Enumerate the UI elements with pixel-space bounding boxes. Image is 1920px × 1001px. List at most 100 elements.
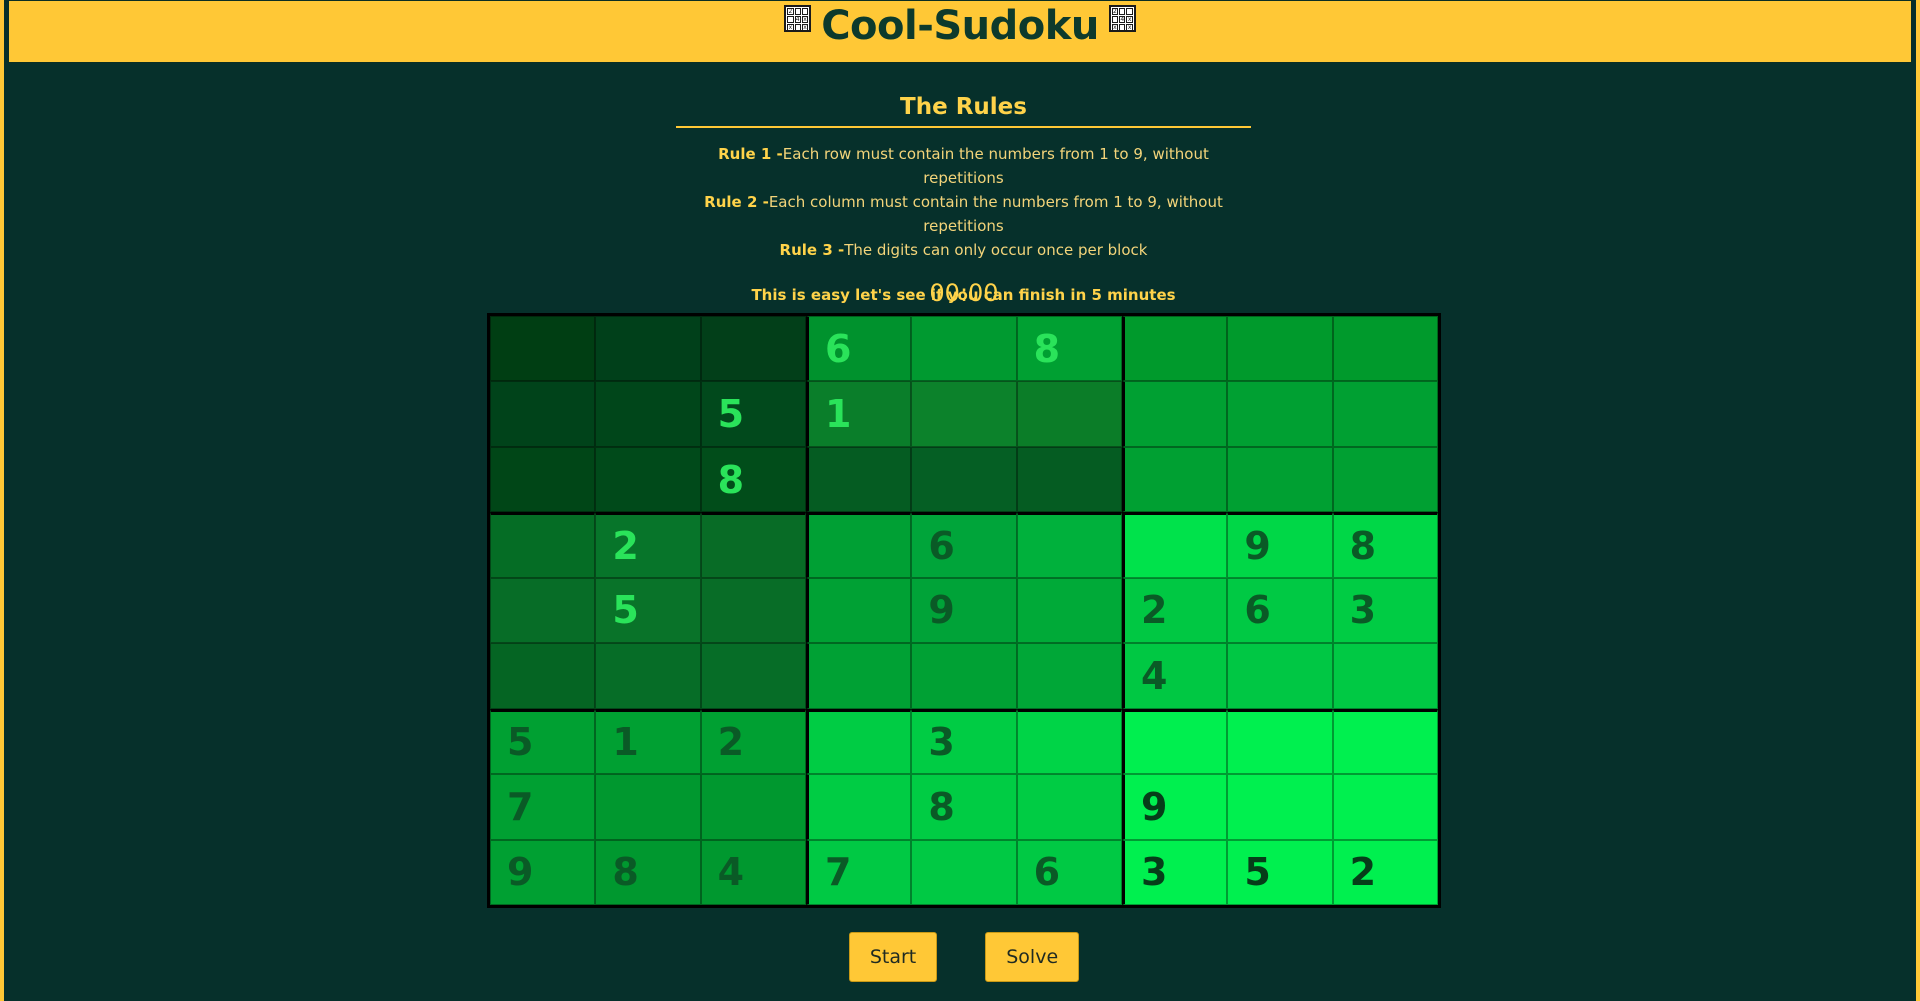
sudoku-cell[interactable]: 3 [911, 708, 1017, 775]
rule-2-label: Rule 2 - [704, 193, 769, 211]
sudoku-cell[interactable] [806, 446, 912, 513]
sudoku-cell[interactable]: 6 [806, 316, 912, 382]
sudoku-cell[interactable] [1332, 643, 1438, 709]
sudoku-cell[interactable] [806, 512, 912, 578]
sudoku-cell[interactable] [490, 381, 596, 447]
sudoku-cell[interactable] [700, 512, 806, 578]
sudoku-cell[interactable] [1122, 316, 1228, 382]
sudoku-cell[interactable] [490, 577, 596, 644]
sudoku-cell[interactable] [806, 643, 912, 709]
start-button[interactable]: Start [848, 932, 938, 982]
rule-3: Rule 3 -The digits can only occur once p… [676, 238, 1251, 262]
sudoku-cell[interactable] [1016, 446, 1122, 513]
sudoku-cell[interactable] [1016, 708, 1122, 775]
sudoku-cell[interactable] [1227, 316, 1333, 382]
icon-cell: 2 [787, 8, 794, 15]
sudoku-cell[interactable]: 6 [911, 512, 1017, 578]
timer-display: 00:00 [929, 279, 999, 307]
sudoku-cell[interactable] [1332, 381, 1438, 447]
sudoku-cell[interactable] [911, 643, 1017, 709]
sudoku-grid-icon-left: 24xxx [784, 5, 812, 32]
sudoku-cell[interactable] [490, 316, 596, 382]
sudoku-cell[interactable] [911, 381, 1017, 447]
sudoku-grid-icon-right: 24xxx [1108, 5, 1136, 32]
icon-cell [1126, 8, 1133, 15]
sudoku-cell[interactable] [1332, 316, 1438, 382]
sudoku-cell[interactable] [806, 774, 912, 840]
icon-cell [787, 16, 794, 23]
sudoku-cell[interactable] [806, 708, 912, 775]
sudoku-cell[interactable] [1227, 381, 1333, 447]
solve-button[interactable]: Solve [985, 932, 1080, 982]
sudoku-cell[interactable] [1332, 774, 1438, 840]
sudoku-cell[interactable] [1122, 512, 1228, 578]
sudoku-cell[interactable] [911, 839, 1017, 905]
rule-list: Rule 1 -Each row must contain the number… [676, 142, 1251, 262]
sudoku-cell[interactable]: 5 [700, 381, 806, 447]
icon-cell [1119, 8, 1126, 15]
sudoku-cell[interactable]: 6 [1016, 839, 1122, 905]
sudoku-cell[interactable] [700, 643, 806, 709]
icon-cell: x [1126, 16, 1133, 23]
sudoku-cell[interactable]: 3 [1332, 577, 1438, 644]
sudoku-cell[interactable] [700, 774, 806, 840]
sudoku-cell[interactable] [595, 316, 701, 382]
sudoku-cell[interactable] [911, 446, 1017, 513]
sudoku-cell[interactable] [1332, 708, 1438, 775]
sudoku-cell[interactable] [490, 512, 596, 578]
sudoku-cell[interactable]: 1 [806, 381, 912, 447]
sudoku-cell[interactable]: 2 [700, 708, 806, 775]
sudoku-cell[interactable]: 2 [1332, 839, 1438, 905]
sudoku-cell[interactable] [1016, 774, 1122, 840]
sudoku-cell[interactable]: 3 [1122, 839, 1228, 905]
sudoku-cell[interactable]: 9 [1227, 512, 1333, 578]
sudoku-cell[interactable]: 1 [595, 708, 701, 775]
sudoku-cell[interactable]: 9 [1122, 774, 1228, 840]
sudoku-cell[interactable]: 5 [595, 577, 701, 644]
sudoku-cell[interactable] [595, 643, 701, 709]
sudoku-cell[interactable] [1122, 381, 1228, 447]
sudoku-cell[interactable] [1016, 643, 1122, 709]
sudoku-board: 685182698592634512378998476352 [487, 313, 1441, 908]
sudoku-cell[interactable] [595, 774, 701, 840]
sudoku-cell[interactable]: 2 [1122, 577, 1228, 644]
sudoku-cell[interactable]: 8 [1332, 512, 1438, 578]
sudoku-cell[interactable] [1227, 774, 1333, 840]
sudoku-cell[interactable]: 4 [1122, 643, 1228, 709]
sudoku-cell[interactable] [1016, 512, 1122, 578]
sudoku-cell[interactable] [1332, 446, 1438, 513]
sudoku-cell[interactable]: 2 [595, 512, 701, 578]
sudoku-cell[interactable] [1016, 577, 1122, 644]
sudoku-cell[interactable] [595, 381, 701, 447]
sudoku-cell[interactable] [1016, 381, 1122, 447]
sudoku-cell[interactable] [1227, 643, 1333, 709]
sudoku-cell[interactable]: 4 [700, 839, 806, 905]
icon-cell [1111, 16, 1119, 23]
sudoku-cell[interactable]: 8 [1016, 316, 1122, 382]
icon-cell: 4 [794, 16, 801, 23]
sudoku-cell[interactable]: 9 [490, 839, 596, 905]
sudoku-cell[interactable] [1122, 708, 1228, 775]
app-header: 24xxx Cool-Sudoku 24xxx [8, 0, 1912, 63]
sudoku-cell[interactable] [1227, 708, 1333, 775]
sudoku-cell[interactable] [700, 577, 806, 644]
sudoku-cell[interactable] [490, 643, 596, 709]
sudoku-cell[interactable] [806, 577, 912, 644]
sudoku-cell[interactable] [490, 446, 596, 513]
sudoku-cell[interactable]: 6 [1227, 577, 1333, 644]
sudoku-cell[interactable] [595, 446, 701, 513]
sudoku-cell[interactable] [700, 316, 806, 382]
sudoku-cell[interactable] [1227, 446, 1333, 513]
sudoku-cell[interactable]: 7 [490, 774, 596, 840]
sudoku-cell[interactable]: 9 [911, 577, 1017, 644]
icon-cell [794, 8, 801, 15]
sudoku-cell[interactable] [911, 316, 1017, 382]
sudoku-cell[interactable]: 7 [806, 839, 912, 905]
sudoku-cell[interactable]: 8 [911, 774, 1017, 840]
sudoku-cell[interactable]: 5 [490, 708, 596, 775]
sudoku-cell[interactable]: 8 [595, 839, 701, 905]
rule-1-label: Rule 1 - [718, 145, 783, 163]
sudoku-cell[interactable] [1122, 446, 1228, 513]
sudoku-cell[interactable]: 8 [700, 446, 806, 513]
sudoku-cell[interactable]: 5 [1227, 839, 1333, 905]
